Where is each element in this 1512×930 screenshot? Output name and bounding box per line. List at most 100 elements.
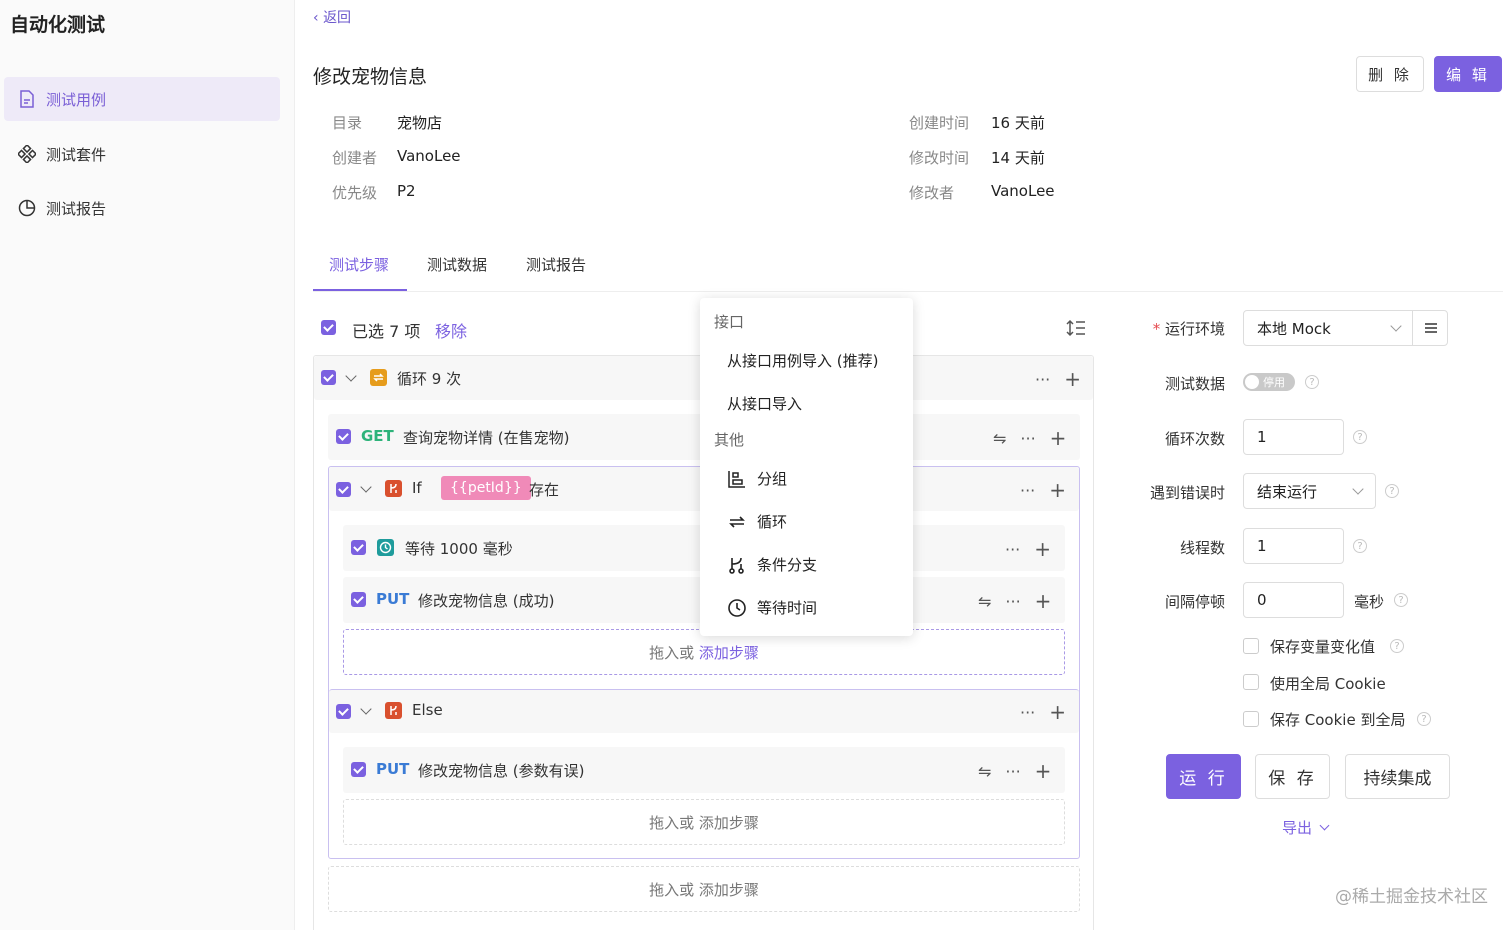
threads-input[interactable]: 1 — [1243, 528, 1344, 564]
help-icon[interactable]: ? — [1417, 712, 1431, 726]
meta-creator-value: VanoLee — [397, 147, 461, 165]
more-icon[interactable]: ··· — [1020, 703, 1035, 722]
step-tools: ⇋ ··· + — [978, 589, 1051, 613]
meta-priority-label: 优先级 — [332, 184, 378, 202]
save-var-checkbox[interactable] — [1243, 638, 1259, 654]
step-checkbox[interactable] — [336, 704, 351, 719]
drop-zone[interactable]: 拖入或 添加步骤 — [343, 799, 1065, 845]
test-data-switch[interactable]: 停用 — [1243, 373, 1295, 391]
more-icon[interactable]: ··· — [1005, 540, 1020, 559]
loop-icon — [727, 512, 747, 532]
meta-creator-label: 创建者 — [332, 149, 378, 167]
menu-group-other: 其他 — [714, 431, 745, 449]
menu-item-branch[interactable]: 条件分支 — [727, 554, 817, 575]
add-icon[interactable]: + — [1049, 478, 1066, 502]
sort-list-icon[interactable] — [1066, 319, 1086, 341]
sidebar-item-label: 测试用例 — [46, 90, 107, 109]
add-step-link[interactable]: 添加步骤 — [699, 642, 759, 663]
menu-item-wait[interactable]: 等待时间 — [727, 597, 817, 618]
if-variable-tag[interactable]: {{petId}} — [441, 476, 531, 500]
add-step-menu: 接口 从接口用例导入 (推荐) 从接口导入 其他 分组 循环 条件分支 等待时间 — [700, 298, 913, 636]
step-checkbox[interactable] — [351, 592, 366, 607]
clock-icon — [727, 598, 747, 618]
select-all-checkbox[interactable] — [321, 320, 336, 335]
save-cookie-checkbox[interactable] — [1243, 711, 1259, 727]
pie-chart-icon — [18, 199, 36, 217]
branch-icon — [385, 480, 402, 501]
menu-icon[interactable] — [1412, 311, 1448, 345]
help-icon[interactable]: ? — [1305, 375, 1319, 389]
meta-created-value: 16 天前 — [991, 114, 1045, 132]
app-title: 自动化测试 — [10, 14, 106, 36]
sidebar-item-test-reports[interactable]: 测试报告 — [4, 186, 280, 230]
menu-item-import-api[interactable]: 从接口导入 — [727, 393, 802, 414]
link-icon[interactable]: ⇋ — [978, 592, 991, 611]
more-icon[interactable]: ··· — [1020, 481, 1035, 500]
on-error-select-value: 结束运行 — [1257, 482, 1318, 501]
more-icon[interactable]: ··· — [1035, 370, 1050, 389]
step-checkbox[interactable] — [336, 482, 351, 497]
run-button[interactable]: 运 行 — [1166, 754, 1241, 799]
add-icon[interactable]: + — [1050, 426, 1067, 450]
link-icon[interactable]: ⇋ — [993, 429, 1006, 448]
ci-button[interactable]: 持续集成 — [1345, 754, 1450, 799]
edit-button[interactable]: 编 辑 — [1434, 56, 1502, 92]
tab-test-reports[interactable]: 测试报告 — [526, 254, 586, 275]
meta-modified-label: 修改时间 — [909, 149, 970, 167]
more-icon[interactable]: ··· — [1020, 429, 1035, 448]
more-icon[interactable]: ··· — [1005, 592, 1020, 611]
add-icon[interactable]: + — [1035, 589, 1052, 613]
step-checkbox[interactable] — [351, 762, 366, 777]
tab-test-data[interactable]: 测试数据 — [427, 254, 487, 275]
menu-item-label: 条件分支 — [757, 556, 818, 574]
loop-count-input[interactable]: 1 — [1243, 419, 1344, 455]
add-icon[interactable]: + — [1034, 537, 1051, 561]
step-name: 修改宠物信息 (成功) — [418, 592, 555, 610]
meta-created-label: 创建时间 — [909, 114, 970, 132]
add-icon[interactable]: + — [1049, 700, 1066, 724]
drop-zone[interactable]: 拖入或 添加步骤 — [328, 866, 1080, 912]
link-icon[interactable]: ⇋ — [978, 762, 991, 781]
sidebar-item-test-cases[interactable]: 测试用例 — [4, 77, 280, 121]
add-icon[interactable]: + — [1035, 759, 1052, 783]
step-checkbox[interactable] — [336, 429, 351, 444]
add-icon[interactable]: + — [1064, 367, 1081, 391]
meta-modified-value: 14 天前 — [991, 149, 1045, 167]
menu-item-group[interactable]: 分组 — [727, 468, 787, 489]
meta-modifier-value: VanoLee — [991, 182, 1055, 200]
help-icon[interactable]: ? — [1390, 639, 1404, 653]
step-checkbox[interactable] — [321, 370, 336, 385]
save-button[interactable]: 保 存 — [1255, 754, 1330, 799]
export-dropdown[interactable]: 导出 — [1282, 817, 1330, 838]
help-icon[interactable]: ? — [1353, 539, 1367, 553]
global-cookie-checkbox[interactable] — [1243, 674, 1259, 690]
interval-label: 间隔停顿 — [1164, 593, 1225, 611]
menu-item-label: 分组 — [757, 470, 788, 488]
save-var-label: 保存变量变化值 — [1270, 638, 1376, 656]
help-icon[interactable]: ? — [1394, 593, 1408, 607]
menu-item-loop[interactable]: 循环 — [727, 511, 787, 532]
interval-input[interactable]: 0 — [1243, 582, 1344, 618]
meta-dir-label: 目录 — [332, 114, 363, 132]
loop-count-label: 循环次数 — [1164, 430, 1225, 448]
on-error-select[interactable]: 结束运行 — [1243, 473, 1376, 509]
help-icon[interactable]: ? — [1353, 430, 1367, 444]
remove-link[interactable]: 移除 — [435, 318, 467, 342]
delete-button[interactable]: 删 除 — [1356, 56, 1424, 92]
back-link[interactable]: ‹ 返回 — [313, 7, 351, 27]
more-icon[interactable]: ··· — [1005, 762, 1020, 781]
env-select[interactable]: 本地 Mock — [1243, 310, 1448, 346]
step-name: 修改宠物信息 (参数有误) — [418, 762, 585, 780]
if-condition: 存在 — [529, 481, 560, 499]
sidebar-item-test-suites[interactable]: 测试套件 — [4, 132, 280, 176]
test-data-label: 测试数据 — [1164, 375, 1225, 393]
watermark: @稀土掘金技术社区 — [1335, 887, 1488, 907]
tab-test-steps[interactable]: 测试步骤 — [329, 254, 389, 275]
step-name: 查询宠物详情 (在售宠物) — [403, 429, 570, 447]
step-checkbox[interactable] — [351, 540, 366, 555]
menu-item-import-case[interactable]: 从接口用例导入 (推荐) — [727, 350, 878, 371]
meta-modifier-label: 修改者 — [909, 184, 955, 202]
loop-step-label: 循环 9 次 — [397, 370, 462, 388]
help-icon[interactable]: ? — [1385, 484, 1399, 498]
branch-icon — [385, 702, 402, 723]
